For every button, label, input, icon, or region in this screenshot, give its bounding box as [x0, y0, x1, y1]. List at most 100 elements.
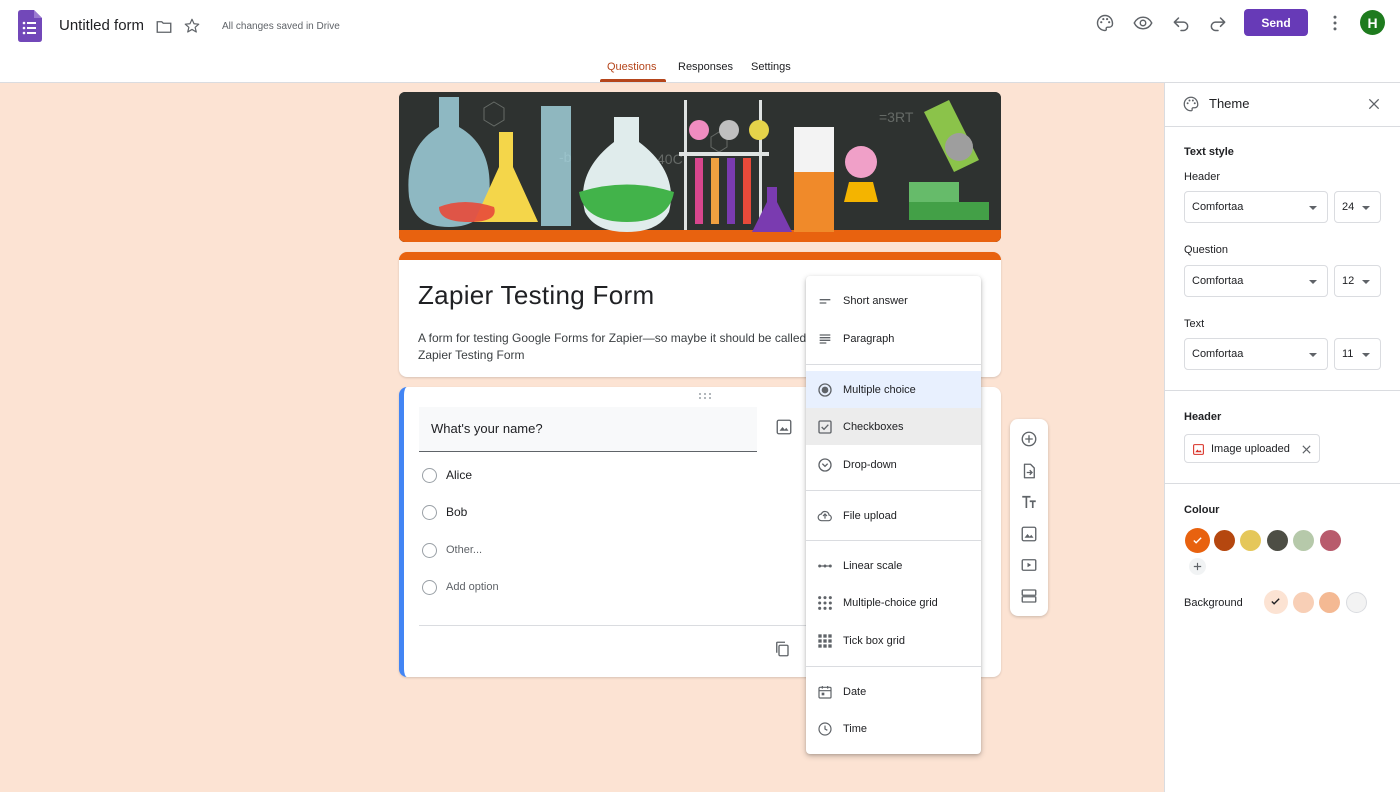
colour-swatch[interactable] — [1185, 528, 1210, 553]
menu-item-multiple-choice-grid[interactable]: Multiple-choice grid — [806, 584, 981, 621]
tab-bar: Questions Responses Settings — [0, 60, 1400, 83]
header-font-select[interactable]: Comfortaa — [1184, 191, 1328, 223]
option-item[interactable]: Alice — [422, 466, 472, 484]
text-font-select[interactable]: Comfortaa — [1184, 338, 1328, 370]
add-section-icon[interactable] — [1020, 587, 1038, 605]
text-size-value: 11 — [1342, 348, 1354, 360]
forms-logo-icon[interactable] — [18, 10, 42, 42]
menu-item-short-answer[interactable]: Short answer — [806, 282, 981, 319]
question-title-input[interactable]: What's your name? — [419, 407, 757, 452]
radio-button — [422, 579, 437, 595]
undo-icon[interactable] — [1171, 13, 1191, 33]
colour-swatch[interactable] — [1293, 530, 1314, 551]
radio-button — [422, 467, 437, 483]
option-label[interactable]: Alice — [446, 468, 472, 482]
caret-icon — [1309, 280, 1317, 284]
check-icon — [1193, 537, 1202, 544]
question-font-select[interactable]: Comfortaa — [1184, 265, 1328, 297]
plus-icon — [1193, 562, 1202, 571]
header-image-chip[interactable]: Image uploaded — [1184, 434, 1320, 463]
background-swatch[interactable] — [1345, 592, 1367, 613]
colour-swatch[interactable] — [1240, 530, 1261, 551]
radio-button — [422, 504, 437, 520]
text-size-select[interactable]: 11 — [1334, 338, 1381, 370]
form-description[interactable]: A form for testing Google Forms for Zapi… — [418, 330, 818, 364]
caret-icon — [1362, 206, 1370, 210]
avatar[interactable]: H — [1360, 10, 1385, 35]
checkbox-icon — [818, 419, 832, 434]
remove-image-icon[interactable] — [1301, 444, 1312, 455]
menu-item-linear-scale[interactable]: Linear scale — [806, 547, 981, 584]
menu-item-paragraph[interactable]: Paragraph — [806, 320, 981, 357]
square-grid-icon — [818, 633, 832, 648]
add-image-icon[interactable] — [775, 418, 793, 436]
other-option[interactable]: Other... — [422, 541, 482, 559]
drag-handle-icon[interactable] — [698, 392, 712, 400]
send-button[interactable]: Send — [1244, 9, 1308, 36]
tab-questions[interactable]: Questions — [607, 61, 657, 73]
add-colour-button[interactable] — [1189, 558, 1206, 575]
header-size-select[interactable]: 24 — [1334, 191, 1381, 223]
other-option-label[interactable]: Other... — [446, 544, 482, 556]
folder-icon[interactable] — [155, 18, 173, 36]
form-title[interactable]: Zapier Testing Form — [418, 280, 654, 311]
palette-icon[interactable] — [1095, 13, 1115, 33]
question-type-menu: Short answer Paragraph Multiple choice C… — [806, 276, 981, 754]
duplicate-icon[interactable] — [773, 640, 791, 658]
option-item[interactable]: Bob — [422, 503, 467, 521]
menu-item-date[interactable]: Date — [806, 673, 981, 710]
menu-divider — [806, 666, 981, 667]
menu-item-label: Drop-down — [843, 458, 897, 471]
top-bar: Untitled form All changes saved in Drive… — [0, 0, 1400, 83]
menu-item-label: Paragraph — [843, 332, 895, 345]
dot-grid-icon — [818, 595, 832, 610]
add-image-icon[interactable] — [1020, 525, 1038, 543]
text-font-label: Text — [1184, 318, 1205, 330]
option-label[interactable]: Bob — [446, 505, 467, 519]
colour-swatch[interactable] — [1213, 530, 1235, 551]
menu-item-time[interactable]: Time — [806, 710, 981, 747]
image-icon — [1193, 444, 1204, 455]
menu-item-label: Date — [843, 685, 867, 698]
menu-item-tick-box-grid[interactable]: Tick box grid — [806, 622, 981, 659]
menu-divider — [806, 540, 981, 541]
menu-item-file-upload[interactable]: File upload — [806, 497, 981, 534]
active-tab-indicator — [600, 79, 666, 82]
menu-item-label: Multiple-choice grid — [843, 596, 938, 609]
colour-swatch[interactable] — [1266, 530, 1288, 551]
menu-item-multiple-choice[interactable]: Multiple choice — [806, 371, 981, 408]
add-question-icon[interactable] — [1020, 430, 1038, 448]
divider — [1165, 483, 1400, 484]
background-swatch[interactable] — [1319, 592, 1340, 613]
document-title[interactable]: Untitled form — [59, 17, 144, 34]
caret-icon — [1309, 206, 1317, 210]
menu-item-drop-down[interactable]: Drop-down — [806, 446, 981, 483]
tab-responses[interactable]: Responses — [678, 61, 733, 73]
add-title-icon[interactable] — [1020, 493, 1038, 511]
redo-icon[interactable] — [1208, 13, 1228, 33]
svg-text:=3RT: =3RT — [879, 109, 914, 125]
menu-item-label: File upload — [843, 509, 897, 522]
text-style-label: Text style — [1184, 146, 1234, 158]
close-icon[interactable] — [1366, 96, 1382, 112]
star-icon[interactable] — [183, 17, 201, 35]
cloud-upload-icon — [817, 510, 832, 521]
background-swatch[interactable] — [1264, 590, 1288, 614]
tab-settings[interactable]: Settings — [751, 61, 791, 73]
add-option[interactable]: Add option — [422, 578, 499, 596]
preview-eye-icon[interactable] — [1133, 13, 1153, 33]
palette-icon — [1183, 96, 1199, 112]
more-options-icon[interactable] — [1325, 13, 1345, 33]
menu-item-checkboxes[interactable]: Checkboxes — [806, 408, 981, 445]
question-size-select[interactable]: 12 — [1334, 265, 1381, 297]
import-questions-icon[interactable] — [1020, 462, 1038, 480]
add-video-icon[interactable] — [1020, 556, 1038, 574]
clock-icon — [818, 721, 832, 736]
background-swatch[interactable] — [1292, 592, 1314, 613]
add-option-label[interactable]: Add option — [446, 581, 499, 593]
question-font-label: Question — [1184, 244, 1229, 256]
question-font-value: Comfortaa — [1192, 275, 1244, 287]
image-chip-label: Image uploaded — [1211, 442, 1290, 455]
menu-item-label: Checkboxes — [843, 420, 904, 433]
colour-swatch[interactable] — [1319, 530, 1341, 551]
